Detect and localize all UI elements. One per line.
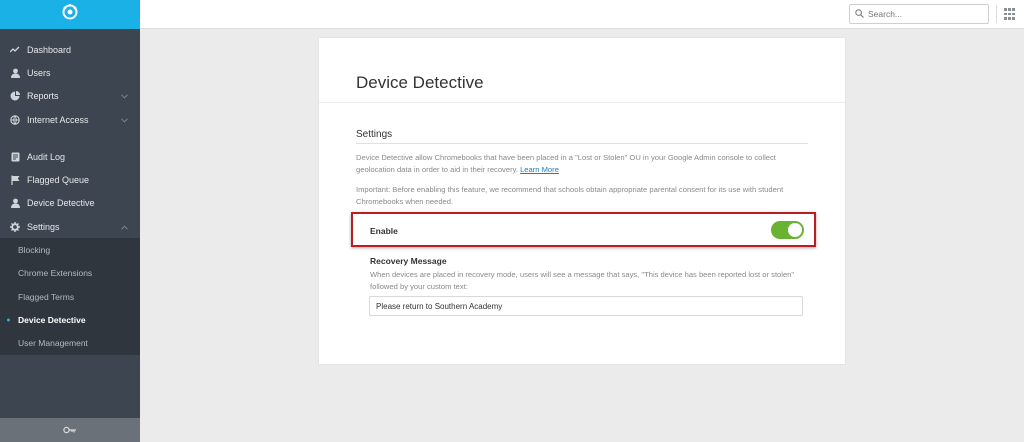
- sidebar-item-label: Flagged Queue: [27, 175, 90, 186]
- sidebar-subitem-label: Chrome Extensions: [18, 268, 93, 279]
- sidebar-subitem-label: Device Detective: [18, 314, 86, 325]
- recovery-message-input[interactable]: [369, 296, 803, 316]
- sidebar-subitem-chrome-extensions[interactable]: Chrome Extensions: [0, 262, 140, 285]
- sidebar-item-label: Dashboard: [27, 44, 72, 55]
- sidebar-item-label: Internet Access: [27, 114, 89, 125]
- title-divider: [319, 102, 845, 103]
- top-bar: [140, 0, 1024, 29]
- gear-icon: [9, 221, 21, 233]
- description-text: Device Detective allow Chromebooks that …: [356, 153, 776, 174]
- settings-card: Device Detective Settings Device Detecti…: [319, 38, 845, 364]
- sidebar-item-label: Device Detective: [27, 198, 95, 209]
- sidebar-item-audit-log[interactable]: Audit Log: [0, 145, 140, 168]
- sidebar-item-dashboard[interactable]: Dashboard: [0, 38, 140, 61]
- enable-toggle[interactable]: [771, 221, 804, 239]
- page-title: Device Detective: [356, 73, 484, 92]
- feature-description: Device Detective allow Chromebooks that …: [356, 152, 808, 175]
- recovery-message-description: When devices are placed in recovery mode…: [370, 270, 795, 291]
- user-icon: [9, 197, 21, 209]
- grid-icon[interactable]: [1004, 8, 1016, 20]
- learn-more-link[interactable]: Learn More: [520, 165, 559, 174]
- chevron-down-icon: [121, 91, 128, 101]
- sidebar-item-settings[interactable]: Settings: [0, 215, 140, 238]
- sidebar-subitem-label: User Management: [18, 338, 88, 349]
- sidebar-item-label: Settings: [27, 221, 60, 232]
- settings-submenu: Blocking Chrome Extensions Flagged Terms…: [0, 238, 140, 355]
- recovery-message-title: Recovery Message: [370, 256, 447, 266]
- sidebar-item-internet-access[interactable]: Internet Access: [0, 108, 140, 131]
- brand-logo-icon[interactable]: [61, 3, 79, 26]
- chevron-up-icon: [121, 222, 128, 232]
- search-box[interactable]: [849, 4, 989, 24]
- sidebar-item-users[interactable]: Users: [0, 61, 140, 84]
- search-input[interactable]: [868, 9, 978, 19]
- user-icon: [9, 67, 21, 79]
- chart-line-icon: [9, 44, 21, 56]
- sidebar-item-device-detective[interactable]: Device Detective: [0, 192, 140, 215]
- sidebar-subitem-user-management[interactable]: User Management: [0, 332, 140, 355]
- search-icon: [855, 5, 864, 23]
- sidebar-item-label: Audit Log: [27, 151, 66, 162]
- topbar-divider: [996, 5, 997, 23]
- sidebar-subitem-flagged-terms[interactable]: Flagged Terms: [0, 285, 140, 308]
- sidebar-subitem-label: Flagged Terms: [18, 291, 75, 302]
- sidebar-item-label: Reports: [27, 91, 59, 102]
- sidebar-footer[interactable]: [0, 418, 140, 442]
- sidebar: Dashboard Users Reports Internet Access: [0, 0, 140, 442]
- toggle-knob: [788, 223, 802, 237]
- enable-label: Enable: [370, 226, 398, 236]
- important-note: Important: Before enabling this feature,…: [356, 185, 784, 206]
- sidebar-item-reports[interactable]: Reports: [0, 85, 140, 108]
- enable-row: Enable: [351, 212, 816, 247]
- logo-bar: [0, 0, 140, 29]
- sidebar-item-label: Users: [27, 67, 51, 78]
- sidebar-subitem-label: Blocking: [18, 245, 51, 256]
- nav-main: Dashboard Users Reports Internet Access: [0, 29, 140, 355]
- globe-icon: [9, 114, 21, 126]
- document-icon: [9, 151, 21, 163]
- chevron-down-icon: [121, 115, 128, 125]
- sidebar-subitem-blocking[interactable]: Blocking: [0, 238, 140, 261]
- sidebar-item-flagged-queue[interactable]: Flagged Queue: [0, 168, 140, 191]
- section-title: Settings: [356, 129, 393, 140]
- key-icon[interactable]: [63, 421, 77, 439]
- section-divider: [356, 143, 808, 144]
- flag-icon: [9, 174, 21, 186]
- pie-chart-icon: [9, 90, 21, 102]
- sidebar-subitem-device-detective[interactable]: Device Detective: [0, 308, 140, 331]
